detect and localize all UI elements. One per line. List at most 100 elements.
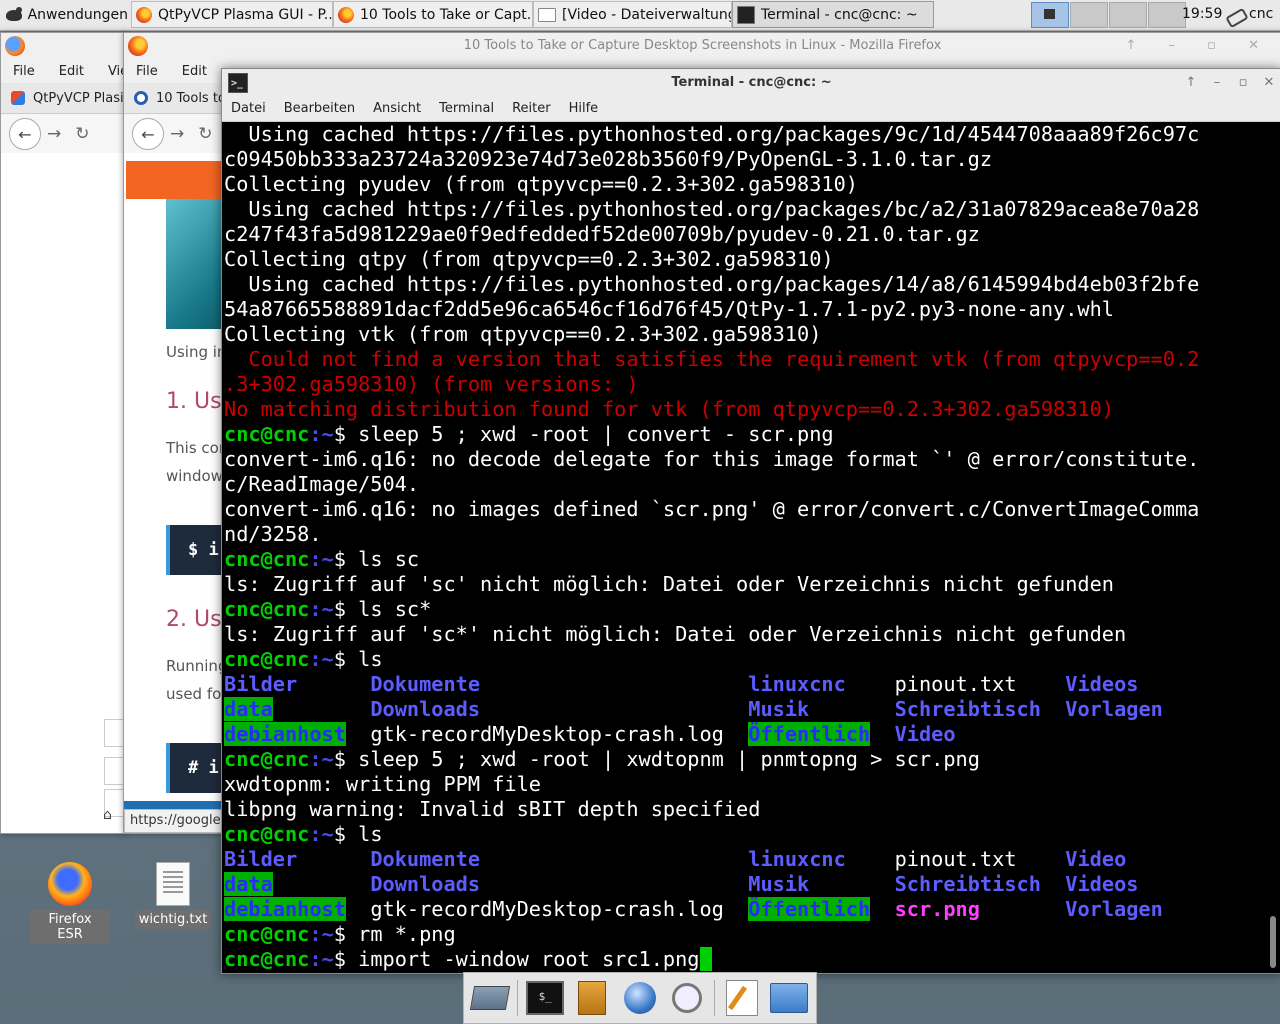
file-manager-icon: [578, 981, 607, 1015]
minimize-icon[interactable]: –: [1209, 69, 1225, 96]
task-label: [Video - Dateiverwaltung]: [562, 6, 732, 23]
article-image: [166, 199, 226, 329]
workspace-3[interactable]: [1109, 2, 1147, 28]
dock-app-finder[interactable]: [667, 977, 707, 1019]
forward-arrow-icon[interactable]: →: [47, 124, 61, 144]
firefox-window-qtpyvcp[interactable]: File Edit Vie QtPyVCP Plasi ← → ↻ ⌂: [0, 32, 127, 834]
prompt-path: :~: [309, 422, 334, 446]
command-text: ls sc*: [358, 597, 432, 621]
menu-bearbeiten[interactable]: Bearbeiten: [275, 101, 364, 116]
window-buttons: ↑ – ▫ ✕: [1183, 69, 1277, 96]
shade-icon[interactable]: ↑: [1183, 69, 1199, 96]
command-text: ls: [358, 647, 383, 671]
web-browser-icon: [623, 982, 656, 1014]
applications-menu[interactable]: Anwendungen: [0, 0, 128, 30]
clock[interactable]: 19:59: [1182, 6, 1222, 22]
menu-edit[interactable]: Edit: [47, 64, 96, 79]
menu-edit[interactable]: Edit: [170, 64, 219, 79]
terminal-line: cnc@cnc:~$ ls: [224, 647, 1264, 672]
dock-show-desktop[interactable]: [469, 977, 511, 1019]
prompt-sign: $: [333, 597, 359, 621]
terminal-line: libpng warning: Invalid sBIT depth speci…: [224, 797, 1264, 822]
ls-entry: data: [224, 697, 273, 721]
scrollbar-thumb[interactable]: [1270, 916, 1276, 968]
window-titlebar[interactable]: [1, 33, 126, 59]
task-file-manager[interactable]: [Video - Dateiverwaltung]: [533, 1, 732, 28]
back-arrow-icon[interactable]: ←: [9, 118, 41, 150]
dock-file-manager[interactable]: [572, 977, 612, 1019]
terminal-line: convert-im6.q16: no images defined `scr.…: [224, 497, 1264, 522]
terminal-scrollbar[interactable]: [1267, 122, 1279, 972]
app-finder-icon: [671, 983, 702, 1013]
desktop-icon-label: wichtig.txt: [134, 910, 212, 929]
window-titlebar[interactable]: 10 Tools to Take or Capture Desktop Scre…: [124, 33, 1280, 59]
task-terminal[interactable]: Terminal - cnc@cnc: ~: [732, 1, 934, 28]
dock-web-browser[interactable]: [619, 977, 659, 1019]
terminal-window[interactable]: Terminal - cnc@cnc: ~ ↑ – ▫ ✕ Datei Bear…: [221, 68, 1280, 974]
menu-hilfe[interactable]: Hilfe: [560, 101, 608, 116]
terminal-line: c09450bb333a23724a320923e74d73e028b3560f…: [224, 147, 1264, 172]
firefox-icon: [338, 6, 354, 23]
user-menu[interactable]: cnc: [1249, 6, 1273, 22]
menu-terminal[interactable]: Terminal: [430, 101, 503, 116]
ls-entry: Öffentlich: [748, 722, 871, 746]
prompt-path: :~: [309, 597, 334, 621]
terminal-line: No matching distribution found for vtk (…: [224, 397, 1264, 422]
desktop-icon-wichtig-txt[interactable]: wichtig.txt: [133, 862, 213, 929]
ls-entry: pinout.txt: [894, 672, 1017, 696]
joomla-icon: [11, 91, 25, 105]
terminal-output[interactable]: Using cached https://files.pythonhosted.…: [224, 122, 1264, 972]
task-label: QtPyVCP Plasma GUI - P...: [158, 6, 333, 23]
top-panel: Anwendungen QtPyVCP Plasma GUI - P... 10…: [0, 0, 1280, 31]
dock-folder[interactable]: [769, 977, 809, 1019]
ls-entry: Dokumente: [370, 672, 481, 696]
network-icon[interactable]: [1226, 6, 1244, 24]
back-arrow-icon[interactable]: ←: [132, 118, 164, 150]
window-titlebar[interactable]: Terminal - cnc@cnc: ~ ↑ – ▫ ✕: [222, 69, 1280, 97]
prompt-user: cnc@cnc: [224, 822, 310, 846]
workspace-2[interactable]: [1070, 2, 1108, 28]
menu-file[interactable]: File: [1, 64, 47, 79]
firefox-icon: [5, 36, 25, 56]
tab-label: 10 Tools to: [156, 90, 226, 106]
workspace-1[interactable]: [1031, 2, 1069, 28]
desktop-icon-label: Firefox ESR: [30, 910, 110, 944]
article-text: This cor: [166, 439, 226, 457]
menu-ansicht[interactable]: Ansicht: [364, 101, 430, 116]
prompt-path: :~: [309, 647, 334, 671]
window-buttons[interactable]: ↑ – ▫ ✕: [1126, 33, 1274, 59]
home-icon[interactable]: ⌂: [103, 807, 112, 823]
menu-file[interactable]: File: [124, 64, 170, 79]
prompt-user: cnc@cnc: [224, 597, 310, 621]
terminal-menu-bar: Datei Bearbeiten Ansicht Terminal Reiter…: [222, 96, 1280, 122]
prompt-path: :~: [309, 922, 334, 946]
dock-text-editor[interactable]: [722, 977, 762, 1019]
terminal-line: data Downloads Musik Schreibtisch Videos: [224, 872, 1264, 897]
maximize-icon[interactable]: ▫: [1235, 69, 1251, 96]
task-screenshot-tools-firefox[interactable]: 10 Tools to Take or Capt...: [333, 1, 533, 28]
terminal-line: Using cached https://files.pythonhosted.…: [224, 122, 1264, 147]
terminal-line: Collecting vtk (from qtpyvcp==0.2.3+302.…: [224, 322, 1264, 347]
ls-entry: Musik: [748, 697, 810, 721]
terminal-line: .3+302.ga598310) (from versions: ): [224, 372, 1264, 397]
terminal-line: data Downloads Musik Schreibtisch Vorlag…: [224, 697, 1264, 722]
task-qtpyvcp-firefox[interactable]: QtPyVCP Plasma GUI - P...: [131, 1, 333, 28]
browser-tab[interactable]: QtPyVCP Plasi: [1, 83, 126, 114]
prompt-sign: $: [333, 947, 359, 971]
output-text: Using cached https://files.pythonhosted.…: [224, 197, 1200, 221]
menu-datei[interactable]: Datei: [222, 101, 275, 116]
desktop-icon-firefox[interactable]: Firefox ESR: [30, 862, 110, 944]
terminal-line: cnc@cnc:~$ ls sc*: [224, 597, 1264, 622]
output-text: xwdtopnm: writing PPM file: [224, 772, 541, 796]
command-text: rm *.png: [358, 922, 456, 946]
show-desktop-icon: [469, 986, 511, 1010]
dock-terminal[interactable]: $_: [525, 977, 565, 1019]
text-cursor: [699, 947, 712, 971]
reload-icon[interactable]: ↻: [75, 124, 89, 144]
workspace-pager[interactable]: [1031, 2, 1187, 28]
workspace-4[interactable]: [1148, 2, 1186, 28]
close-icon[interactable]: ✕: [1261, 69, 1277, 96]
reload-icon[interactable]: ↻: [198, 124, 212, 144]
menu-reiter[interactable]: Reiter: [503, 101, 560, 116]
forward-arrow-icon[interactable]: →: [170, 124, 184, 144]
